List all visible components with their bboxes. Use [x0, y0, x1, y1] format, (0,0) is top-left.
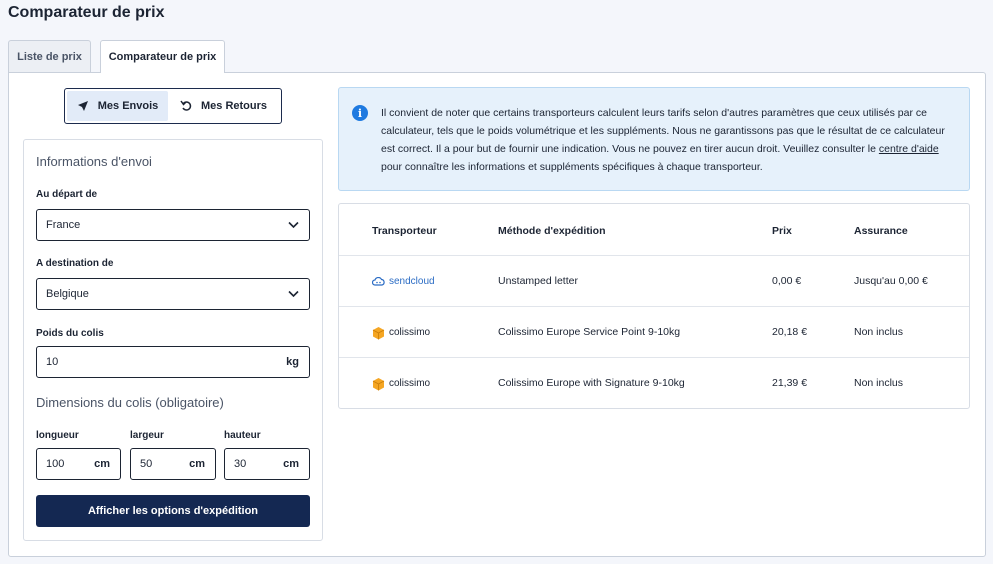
width-label: largeur: [130, 430, 164, 441]
shipping-info-heading: Informations d'envoi: [36, 154, 152, 169]
length-unit: cm: [94, 458, 110, 470]
carrier-cell: colissimo: [372, 307, 430, 358]
to-country-select[interactable]: Belgique: [36, 278, 310, 310]
page-title: Comparateur de prix: [8, 4, 165, 21]
tab-price-list[interactable]: Liste de prix: [8, 40, 91, 72]
my-returns-button[interactable]: Mes Retours: [168, 91, 279, 121]
chevron-down-icon: [288, 221, 299, 229]
width-value: 50: [140, 458, 153, 470]
shipment-direction-toggle: Mes Envois Mes Retours: [64, 88, 282, 124]
notice-text-before: Il convient de noter que certains transp…: [381, 107, 945, 155]
height-unit: cm: [283, 458, 299, 470]
method-cell: Unstamped letter: [498, 275, 578, 287]
colissimo-box-icon: [372, 377, 385, 390]
to-country-value: Belgique: [46, 288, 89, 300]
to-label: A destination de: [36, 258, 114, 269]
sendcloud-cloud-icon: [372, 277, 385, 286]
width-unit: cm: [189, 458, 205, 470]
carrier-name: sendcloud: [389, 276, 435, 287]
colissimo-box-icon: [372, 326, 385, 339]
length-input[interactable]: 100 cm: [36, 448, 121, 480]
show-shipping-options-button[interactable]: Afficher les options d'expédition: [36, 495, 310, 527]
header-carrier: Transporteur: [372, 225, 437, 237]
dimensions-heading: Dimensions du colis (obligatoire): [36, 395, 224, 410]
method-cell: Colissimo Europe Service Point 9-10kg: [498, 326, 681, 338]
info-notice: i Il convient de noter que certains tran…: [338, 87, 970, 191]
header-insurance: Assurance: [854, 225, 908, 237]
price-cell: 21,39 €: [772, 377, 808, 389]
paper-plane-icon: [77, 101, 88, 111]
from-country-select[interactable]: France: [36, 209, 310, 241]
weight-unit: kg: [286, 356, 299, 368]
chevron-down-icon: [288, 290, 299, 298]
table-row[interactable]: colissimo Colissimo Europe Service Point…: [339, 306, 969, 357]
from-label: Au départ de: [36, 189, 98, 200]
insurance-cell: Non inclus: [854, 377, 904, 389]
price-cell: 0,00 €: [772, 275, 802, 287]
carrier-cell: colissimo: [372, 358, 430, 409]
carrier-cell: sendcloud: [372, 256, 435, 307]
height-value: 30: [234, 458, 247, 470]
weight-input[interactable]: 10 kg: [36, 346, 310, 378]
tab-price-comparator[interactable]: Comparateur de prix: [100, 40, 225, 73]
weight-label: Poids du colis: [36, 328, 104, 339]
length-value: 100: [46, 458, 65, 470]
results-table: Transporteur Méthode d'expédition Prix A…: [338, 203, 970, 409]
header-method: Méthode d'expédition: [498, 225, 606, 237]
width-input[interactable]: 50 cm: [130, 448, 216, 480]
notice-text: Il convient de noter que certains transp…: [381, 104, 961, 176]
info-icon: i: [352, 105, 368, 121]
help-center-link[interactable]: centre d'aide: [879, 143, 939, 155]
carrier-name: colissimo: [389, 378, 431, 389]
from-country-value: France: [46, 219, 81, 231]
table-row[interactable]: colissimo Colissimo Europe with Signatur…: [339, 357, 969, 408]
insurance-cell: Jusqu'au 0,00 €: [854, 275, 928, 287]
header-price: Prix: [772, 225, 792, 237]
price-cell: 20,18 €: [772, 326, 808, 338]
my-shipments-label: Mes Envois: [97, 100, 159, 112]
carrier-name: colissimo: [389, 327, 431, 338]
undo-arrow-icon: [180, 100, 192, 111]
my-returns-label: Mes Retours: [200, 100, 268, 112]
height-input[interactable]: 30 cm: [224, 448, 310, 480]
length-label: longueur: [36, 430, 79, 441]
table-row[interactable]: sendcloud Unstamped letter 0,00 € Jusqu'…: [339, 255, 969, 306]
method-cell: Colissimo Europe with Signature 9-10kg: [498, 377, 685, 389]
height-label: hauteur: [224, 430, 261, 441]
my-shipments-button[interactable]: Mes Envois: [67, 91, 168, 121]
weight-value: 10: [46, 356, 59, 368]
notice-text-after: pour connaître les informations et suppl…: [381, 161, 763, 173]
insurance-cell: Non inclus: [854, 326, 904, 338]
